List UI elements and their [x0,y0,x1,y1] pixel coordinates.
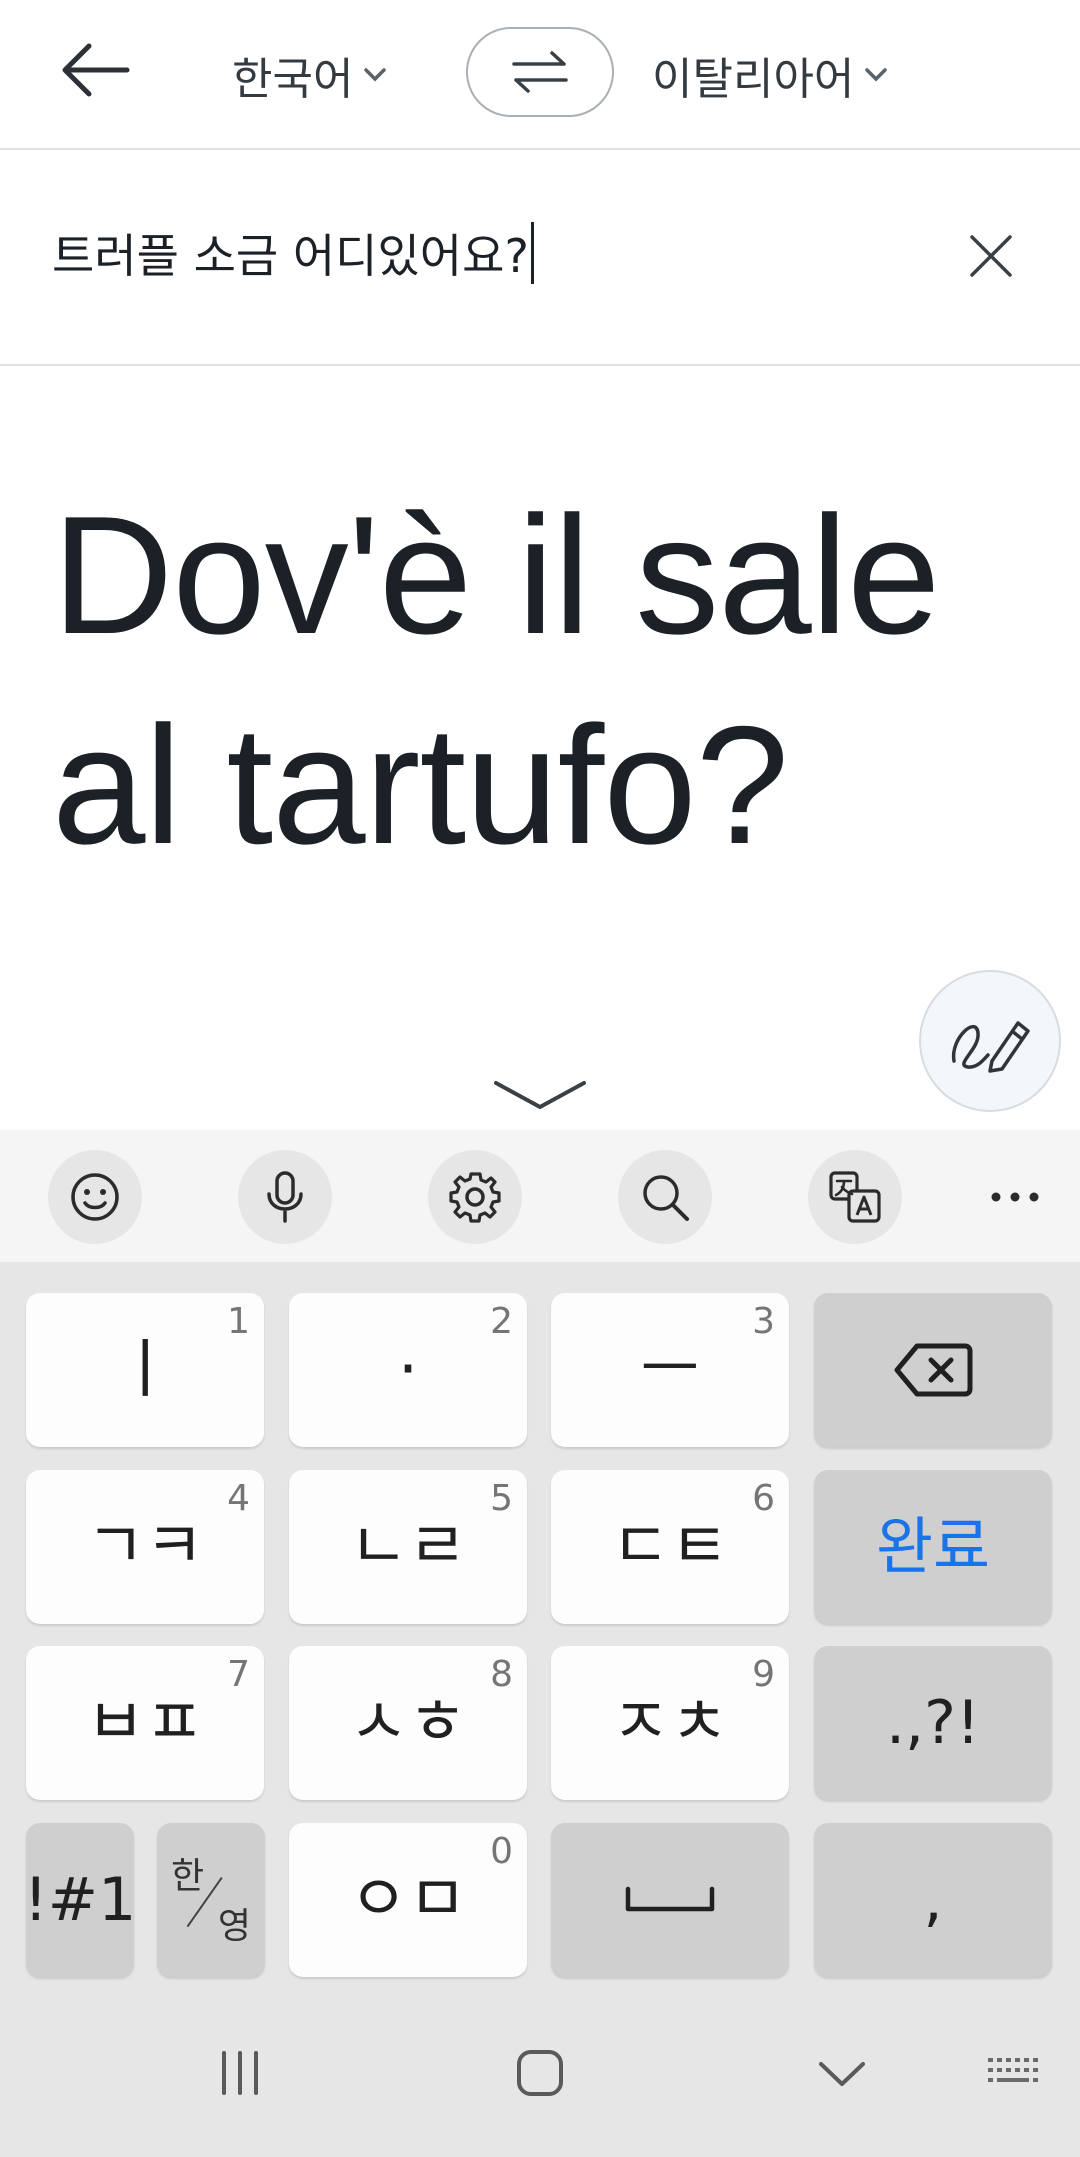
handwriting-button[interactable] [919,970,1061,1112]
key-bieup-pieup[interactable]: ㅂㅍ 7 [26,1646,264,1800]
smiley-icon [71,1173,119,1221]
key-number: 5 [490,1478,513,1519]
key-nieun-rieul[interactable]: ㄴㄹ 5 [289,1470,527,1624]
text-caret [530,222,534,284]
key-number: 7 [227,1654,250,1695]
clear-input-button[interactable] [960,225,1022,287]
key-jieut-chieut[interactable]: ㅈㅊ 9 [551,1646,789,1800]
home-icon [517,2050,563,2096]
punctuation-key[interactable]: .,?! [814,1646,1052,1800]
target-language-selector[interactable]: 이탈리아어 [652,40,888,110]
key-number: 2 [490,1301,513,1342]
translation-line-2: al tartufo? [52,691,789,879]
back-button[interactable] [50,30,140,110]
symbols-key[interactable]: !#1 [23,1823,137,1977]
key-label: ㅇㅁ [349,1863,467,1937]
punctuation-label: .,?! [885,1688,981,1758]
key-number: 8 [490,1654,513,1695]
key-label: ㅅㅎ [349,1686,467,1760]
comma-label: , [923,1865,943,1935]
chevron-down-icon [865,68,888,82]
target-language-label: 이탈리아어 [652,54,855,105]
key-siot-hieut[interactable]: ㅅㅎ 8 [289,1646,527,1800]
key-vowel-eu[interactable]: ㅡ 3 [551,1293,789,1447]
chevron-down-icon [364,68,387,82]
done-key[interactable]: 완료 [814,1470,1052,1624]
home-button[interactable] [490,2030,590,2116]
hide-keyboard-button[interactable] [792,2030,892,2116]
done-label: 완료 [875,1510,991,1583]
key-number: 4 [227,1478,250,1519]
microphone-icon [267,1171,303,1223]
keyboard-switch-button[interactable] [964,2030,1064,2116]
space-key[interactable] [551,1823,789,1977]
translate-button[interactable] [808,1150,902,1244]
key-giyeok-kieuk[interactable]: ㄱㅋ 4 [26,1470,264,1624]
han-label: 한 [171,1856,205,1897]
space-bar-icon [625,1886,715,1912]
source-text-input[interactable]: 트러플 소금 어디있어요? [52,220,534,286]
backspace-key[interactable] [814,1293,1052,1447]
settings-button[interactable] [428,1150,522,1244]
yeong-label: 영 [217,1906,251,1947]
key-label: · [397,1333,419,1407]
comma-key[interactable]: , [814,1823,1052,1977]
translation-output: Dov'è il sale al tartufo? [52,470,1042,890]
key-ieung-mieum[interactable]: ㅇㅁ 0 [289,1823,527,1977]
translation-line-1: Dov'è il sale [52,481,940,669]
voice-input-button[interactable] [238,1150,332,1244]
key-label: ㅈㅊ [611,1686,729,1760]
handwriting-pen-icon [951,1021,1030,1073]
chevron-down-icon [494,1081,586,1109]
key-label: ㅂㅍ [86,1686,204,1760]
emoji-button[interactable] [48,1150,142,1244]
recent-apps-icon [222,2051,258,2095]
key-label: ㄴㄹ [349,1510,467,1584]
key-number: 0 [490,1831,513,1872]
system-nav-bar [0,1990,1080,2157]
chevron-down-icon [819,2062,865,2086]
key-vowel-i[interactable]: ㅣ 1 [26,1293,264,1447]
more-options-button[interactable] [968,1150,1062,1244]
backspace-icon [894,1343,973,1397]
swap-arrows-icon [512,51,568,93]
language-toggle-key[interactable]: 한 영 [157,1823,265,1977]
top-bar: 한국어 이탈리아어 [0,0,1080,150]
key-number: 3 [752,1301,775,1342]
close-icon [970,235,1012,277]
key-number: 9 [752,1654,775,1695]
source-text: 트러플 소금 어디있어요? [52,229,529,283]
source-language-label: 한국어 [232,54,354,105]
arrow-left-icon [62,43,130,97]
gear-icon [449,1172,501,1223]
key-label: ㅡ [640,1333,700,1407]
key-number: 6 [752,1478,775,1519]
key-vowel-dot[interactable]: · 2 [289,1293,527,1447]
key-label: ㄱㅋ [86,1510,204,1584]
source-language-selector[interactable]: 한국어 [232,40,387,110]
keyboard-toolbar [0,1130,1080,1262]
key-label: ㄷㅌ [611,1510,729,1584]
more-horizontal-icon [991,1192,1039,1202]
symbols-label: !#1 [23,1865,137,1935]
recent-apps-button[interactable] [190,2030,290,2116]
swap-languages-button[interactable] [466,27,614,117]
key-digeut-tieut[interactable]: ㄷㅌ 6 [551,1470,789,1624]
search-icon [643,1175,689,1221]
source-input-area[interactable]: 트러플 소금 어디있어요? [0,150,1080,366]
key-number: 1 [227,1301,250,1342]
keyboard-icon [988,2058,1038,2082]
collapse-keyboard-button[interactable] [490,1070,590,1120]
translate-icon [829,1171,881,1223]
search-button[interactable] [618,1150,712,1244]
key-label: ㅣ [115,1333,175,1407]
